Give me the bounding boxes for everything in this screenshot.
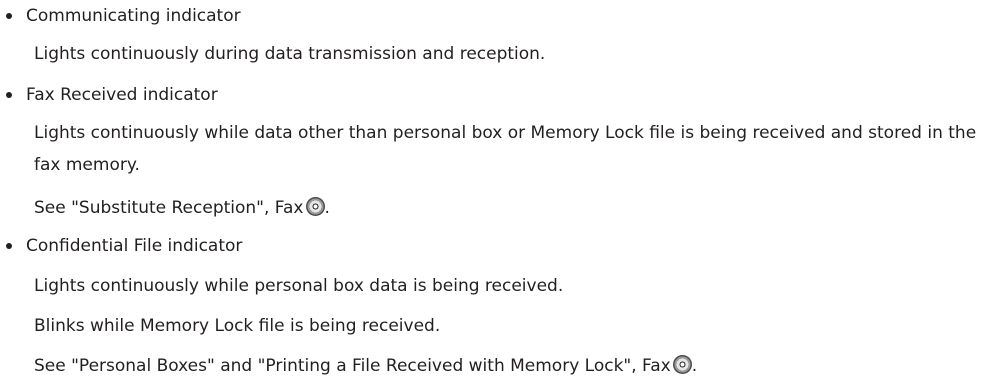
description-text: Lights continuously while personal box d…: [34, 276, 564, 296]
see-reference: See "Substitute Reception", Fax.: [34, 197, 330, 218]
description-text: Blinks while Memory Lock file is being r…: [34, 316, 441, 336]
bullet-title: Communicating indicator: [26, 6, 241, 26]
bullet-icon: [6, 13, 12, 19]
see-reference-suffix: .: [324, 198, 330, 218]
description-text: Lights continuously during data transmis…: [34, 44, 546, 64]
cd-manual-icon: [305, 197, 325, 216]
bullet-title: Fax Received indicator: [26, 85, 218, 105]
bullet-title: Confidential File indicator: [26, 236, 243, 256]
see-reference-text: See "Personal Boxes" and "Printing a Fil…: [34, 356, 671, 376]
bullet-item-fax-received: Fax Received indicator: [6, 85, 218, 105]
bullet-icon: [6, 92, 12, 98]
bullet-icon: [6, 243, 12, 249]
bullet-item-confidential-file: Confidential File indicator: [6, 236, 242, 256]
see-reference: See "Personal Boxes" and "Printing a Fil…: [34, 355, 697, 376]
description-text: Lights continuously while data other tha…: [34, 123, 977, 175]
cd-manual-icon: [672, 355, 692, 374]
bullet-item-communicating: Communicating indicator: [6, 6, 241, 26]
see-reference-text: See "Substitute Reception", Fax: [34, 198, 304, 218]
see-reference-suffix: .: [691, 356, 698, 376]
